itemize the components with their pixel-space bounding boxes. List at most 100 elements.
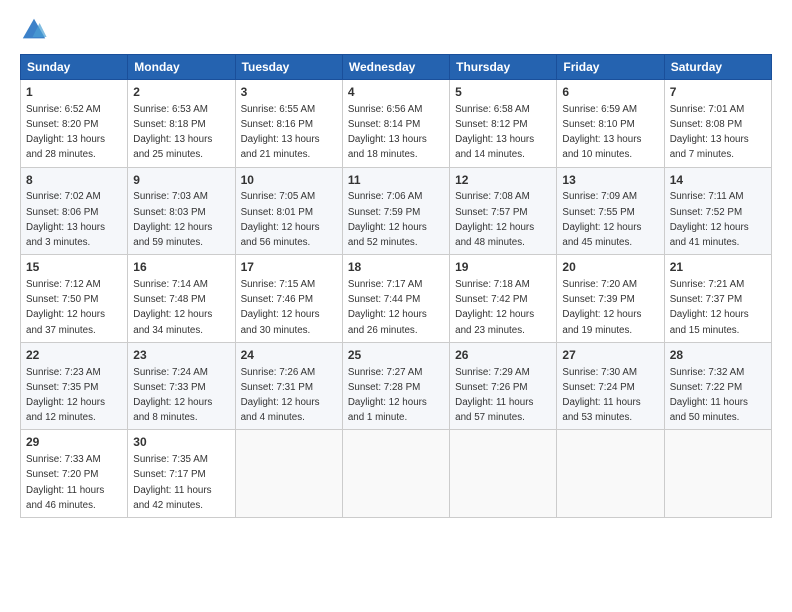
day-number: 21 — [670, 259, 766, 276]
day-cell-18: 18Sunrise: 7:17 AMSunset: 7:44 PMDayligh… — [342, 255, 449, 343]
day-cell-28: 28 Sunrise: 7:32 AMSunset: 7:22 PMDayligh… — [664, 342, 771, 430]
day-cell-26: 26Sunrise: 7:29 AMSunset: 7:26 PMDayligh… — [450, 342, 557, 430]
day-number: 3 — [241, 84, 337, 101]
day-cell-13: 13 Sunrise: 7:09 AMSunset: 7:55 PMDayligh… — [557, 167, 664, 255]
day-info: Sunrise: 6:59 AMSunset: 8:10 PMDaylight:… — [562, 104, 641, 161]
day-cell-2: 2 Sunrise: 6:53 AMSunset: 8:18 PMDaylight… — [128, 80, 235, 168]
day-cell-7: 7 Sunrise: 7:01 AMSunset: 8:08 PMDaylight… — [664, 80, 771, 168]
col-header-saturday: Saturday — [664, 55, 771, 80]
day-info: Sunrise: 6:56 AMSunset: 8:14 PMDaylight:… — [348, 104, 427, 161]
col-header-sunday: Sunday — [21, 55, 128, 80]
day-cell-12: 12Sunrise: 7:08 AMSunset: 7:57 PMDayligh… — [450, 167, 557, 255]
day-number: 18 — [348, 259, 444, 276]
day-info: Sunrise: 7:33 AMSunset: 7:20 PMDaylight:… — [26, 454, 104, 511]
day-cell-25: 25 Sunrise: 7:27 AMSunset: 7:28 PMDayligh… — [342, 342, 449, 430]
day-cell-24: 24 Sunrise: 7:26 AMSunset: 7:31 PMDayligh… — [235, 342, 342, 430]
day-number: 4 — [348, 84, 444, 101]
day-cell-23: 23 Sunrise: 7:24 AMSunset: 7:33 PMDayligh… — [128, 342, 235, 430]
day-cell-4: 4 Sunrise: 6:56 AMSunset: 8:14 PMDaylight… — [342, 80, 449, 168]
header — [20, 16, 772, 44]
day-cell-14: 14 Sunrise: 7:11 AMSunset: 7:52 PMDayligh… — [664, 167, 771, 255]
day-info: Sunrise: 7:23 AMSunset: 7:35 PMDaylight:… — [26, 367, 105, 424]
day-info: Sunrise: 6:53 AMSunset: 8:18 PMDaylight:… — [133, 104, 212, 161]
day-info: Sunrise: 6:58 AMSunset: 8:12 PMDaylight:… — [455, 104, 534, 161]
day-info: Sunrise: 7:01 AMSunset: 8:08 PMDaylight:… — [670, 104, 749, 161]
day-info: Sunrise: 7:21 AMSunset: 7:37 PMDaylight:… — [670, 279, 749, 336]
calendar-week-2: 8 Sunrise: 7:02 AMSunset: 8:06 PMDaylight… — [21, 167, 772, 255]
day-cell-19: 19 Sunrise: 7:18 AMSunset: 7:42 PMDayligh… — [450, 255, 557, 343]
empty-cell — [235, 430, 342, 518]
calendar-body: 1 Sunrise: 6:52 AMSunset: 8:20 PMDaylight… — [21, 80, 772, 518]
day-number: 29 — [26, 434, 122, 451]
day-info: Sunrise: 7:32 AMSunset: 7:22 PMDaylight:… — [670, 367, 748, 424]
day-info: Sunrise: 7:18 AMSunset: 7:42 PMDaylight:… — [455, 279, 534, 336]
day-info: Sunrise: 7:20 AMSunset: 7:39 PMDaylight:… — [562, 279, 641, 336]
header-row: SundayMondayTuesdayWednesdayThursdayFrid… — [21, 55, 772, 80]
day-number: 5 — [455, 84, 551, 101]
day-info: Sunrise: 6:52 AMSunset: 8:20 PMDaylight:… — [26, 104, 105, 161]
day-number: 20 — [562, 259, 658, 276]
day-cell-20: 20 Sunrise: 7:20 AMSunset: 7:39 PMDayligh… — [557, 255, 664, 343]
day-number: 22 — [26, 347, 122, 364]
day-number: 10 — [241, 172, 337, 189]
day-info: Sunrise: 7:24 AMSunset: 7:33 PMDaylight:… — [133, 367, 212, 424]
calendar-week-3: 15Sunrise: 7:12 AMSunset: 7:50 PMDayligh… — [21, 255, 772, 343]
day-cell-16: 16 Sunrise: 7:14 AMSunset: 7:48 PMDayligh… — [128, 255, 235, 343]
day-number: 17 — [241, 259, 337, 276]
day-number: 14 — [670, 172, 766, 189]
col-header-thursday: Thursday — [450, 55, 557, 80]
day-info: Sunrise: 7:26 AMSunset: 7:31 PMDaylight:… — [241, 367, 320, 424]
day-info: Sunrise: 7:09 AMSunset: 7:55 PMDaylight:… — [562, 191, 641, 248]
page-container: SundayMondayTuesdayWednesdayThursdayFrid… — [0, 0, 792, 528]
empty-cell — [450, 430, 557, 518]
day-number: 8 — [26, 172, 122, 189]
day-info: Sunrise: 7:08 AMSunset: 7:57 PMDaylight:… — [455, 191, 534, 248]
empty-cell — [342, 430, 449, 518]
day-number: 9 — [133, 172, 229, 189]
day-number: 13 — [562, 172, 658, 189]
calendar-header: SundayMondayTuesdayWednesdayThursdayFrid… — [21, 55, 772, 80]
day-cell-30: 30 Sunrise: 7:35 AMSunset: 7:17 PMDayligh… — [128, 430, 235, 518]
day-cell-5: 5 Sunrise: 6:58 AMSunset: 8:12 PMDaylight… — [450, 80, 557, 168]
day-number: 27 — [562, 347, 658, 364]
day-number: 16 — [133, 259, 229, 276]
day-info: Sunrise: 7:05 AMSunset: 8:01 PMDaylight:… — [241, 191, 320, 248]
col-header-friday: Friday — [557, 55, 664, 80]
day-info: Sunrise: 7:29 AMSunset: 7:26 PMDaylight:… — [455, 367, 533, 424]
calendar-week-4: 22 Sunrise: 7:23 AMSunset: 7:35 PMDayligh… — [21, 342, 772, 430]
empty-cell — [664, 430, 771, 518]
day-number: 19 — [455, 259, 551, 276]
day-info: Sunrise: 7:03 AMSunset: 8:03 PMDaylight:… — [133, 191, 212, 248]
day-info: Sunrise: 7:27 AMSunset: 7:28 PMDaylight:… — [348, 367, 427, 424]
day-number: 30 — [133, 434, 229, 451]
day-info: Sunrise: 7:02 AMSunset: 8:06 PMDaylight:… — [26, 191, 105, 248]
day-info: Sunrise: 7:35 AMSunset: 7:17 PMDaylight:… — [133, 454, 211, 511]
day-number: 25 — [348, 347, 444, 364]
day-cell-15: 15Sunrise: 7:12 AMSunset: 7:50 PMDayligh… — [21, 255, 128, 343]
day-number: 15 — [26, 259, 122, 276]
day-number: 23 — [133, 347, 229, 364]
logo-icon — [20, 16, 48, 44]
calendar-table: SundayMondayTuesdayWednesdayThursdayFrid… — [20, 54, 772, 518]
col-header-monday: Monday — [128, 55, 235, 80]
day-number: 2 — [133, 84, 229, 101]
day-cell-9: 9 Sunrise: 7:03 AMSunset: 8:03 PMDaylight… — [128, 167, 235, 255]
calendar-week-1: 1 Sunrise: 6:52 AMSunset: 8:20 PMDaylight… — [21, 80, 772, 168]
day-cell-6: 6Sunrise: 6:59 AMSunset: 8:10 PMDaylight… — [557, 80, 664, 168]
day-info: Sunrise: 7:14 AMSunset: 7:48 PMDaylight:… — [133, 279, 212, 336]
day-info: Sunrise: 6:55 AMSunset: 8:16 PMDaylight:… — [241, 104, 320, 161]
day-info: Sunrise: 7:06 AMSunset: 7:59 PMDaylight:… — [348, 191, 427, 248]
day-number: 11 — [348, 172, 444, 189]
day-info: Sunrise: 7:11 AMSunset: 7:52 PMDaylight:… — [670, 191, 749, 248]
day-info: Sunrise: 7:15 AMSunset: 7:46 PMDaylight:… — [241, 279, 320, 336]
day-number: 1 — [26, 84, 122, 101]
day-number: 7 — [670, 84, 766, 101]
day-cell-10: 10 Sunrise: 7:05 AMSunset: 8:01 PMDayligh… — [235, 167, 342, 255]
day-number: 28 — [670, 347, 766, 364]
day-cell-11: 11 Sunrise: 7:06 AMSunset: 7:59 PMDayligh… — [342, 167, 449, 255]
day-number: 24 — [241, 347, 337, 364]
day-cell-27: 27 Sunrise: 7:30 AMSunset: 7:24 PMDayligh… — [557, 342, 664, 430]
day-info: Sunrise: 7:30 AMSunset: 7:24 PMDaylight:… — [562, 367, 640, 424]
day-cell-22: 22 Sunrise: 7:23 AMSunset: 7:35 PMDayligh… — [21, 342, 128, 430]
logo — [20, 16, 52, 44]
